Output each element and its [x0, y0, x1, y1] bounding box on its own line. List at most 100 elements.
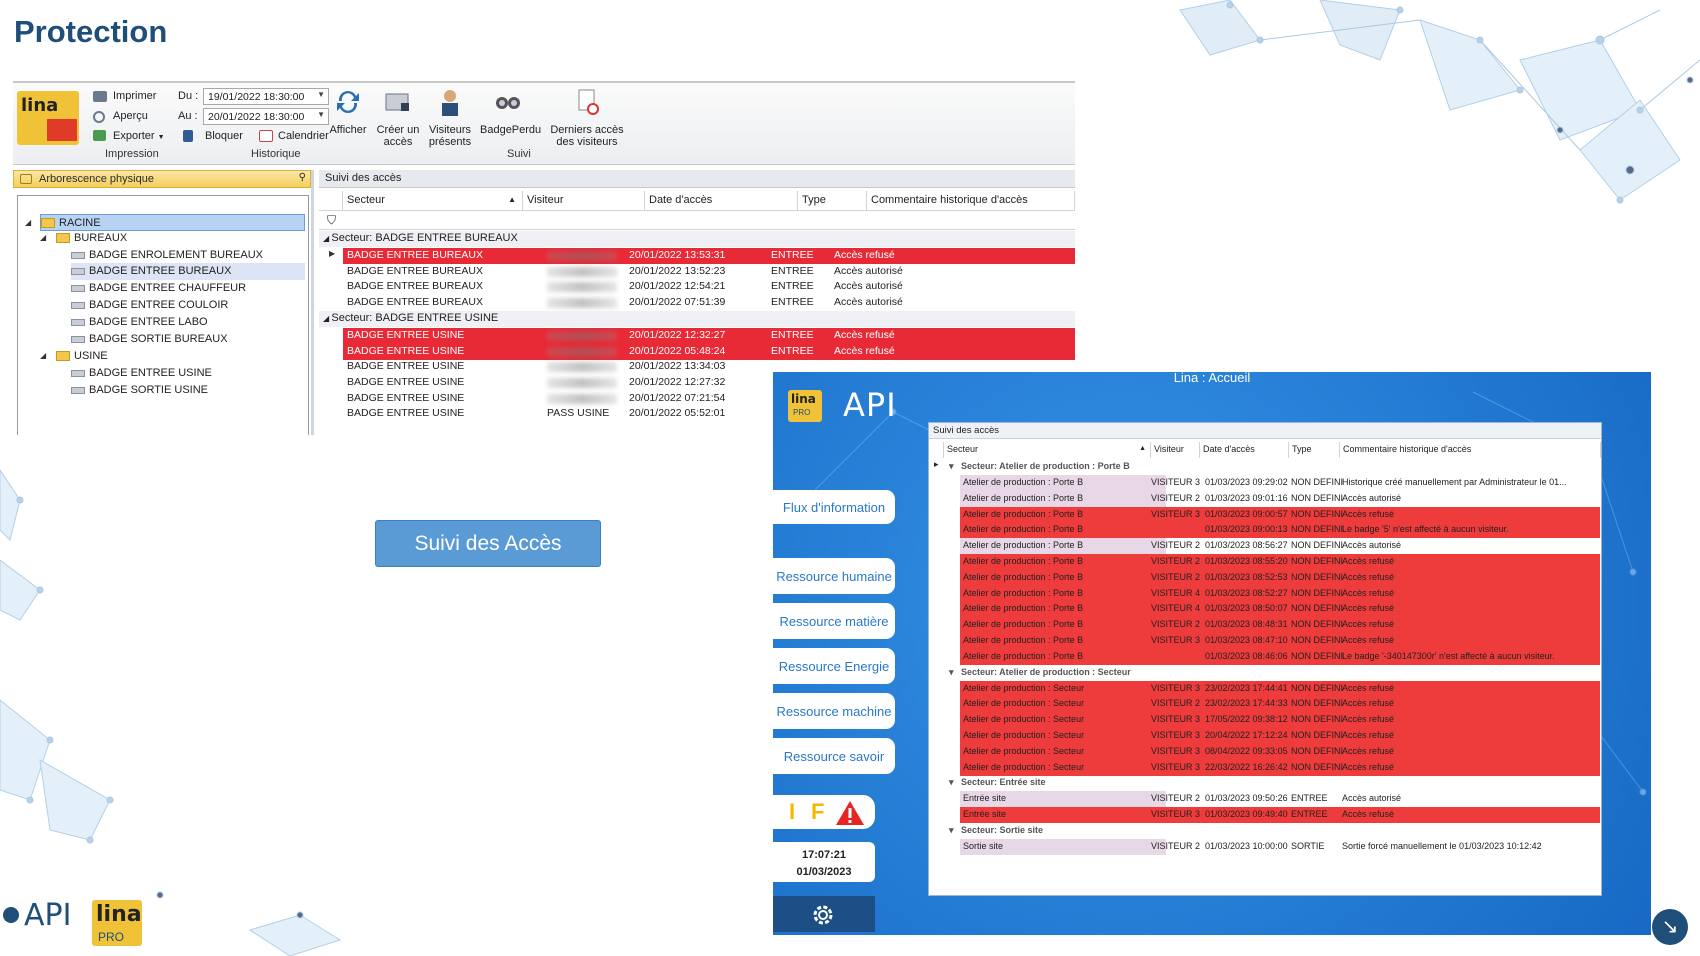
- group-row[interactable]: ◢ Secteur: BADGE ENTREE BUREAUX: [319, 231, 1075, 247]
- column-header-visiteur[interactable]: Visiteur: [523, 191, 645, 210]
- chevron-down-icon[interactable]: ▼: [317, 90, 325, 99]
- menu-material-resource[interactable]: Ressource matière: [773, 603, 895, 639]
- table-row[interactable]: Atelier de production : Porte B VISITEUR …: [960, 554, 1600, 570]
- table-row[interactable]: BADGE ENTREE USINE 20/01/2022 05:48:24 ENT…: [343, 343, 1075, 360]
- tree-node-bureaux[interactable]: ◢ BUREAUX: [40, 230, 127, 247]
- menu-machine-resource[interactable]: Ressource machine: [773, 693, 895, 729]
- redacted-visitor: [547, 251, 617, 261]
- table-row[interactable]: Atelier de production : Secteur VISITEUR …: [960, 680, 1600, 697]
- table-row[interactable]: Atelier de production : Secteur VISITEUR …: [960, 759, 1600, 776]
- tree-node-badge[interactable]: BADGE ENTREE BUREAUX: [71, 263, 305, 280]
- table-row[interactable]: Atelier de production : Secteur VISITEUR …: [960, 728, 1600, 744]
- table-row[interactable]: Atelier de production : Secteur VISITEUR …: [960, 743, 1600, 760]
- tree-node-badge[interactable]: BADGE SORTIE USINE: [71, 382, 208, 399]
- collapse-arrow-icon[interactable]: ▾: [949, 777, 954, 788]
- last-access-button[interactable]: Derniers accès des visiteurs: [550, 87, 624, 148]
- menu-knowledge-resource[interactable]: Ressource savoir: [773, 738, 895, 774]
- table-row[interactable]: Atelier de production : Porte B VISITEUR …: [960, 633, 1600, 649]
- status-indicators[interactable]: I F: [773, 795, 875, 829]
- present-visitors-button[interactable]: Visiteurs présents: [427, 87, 473, 148]
- filter-row[interactable]: ⛉: [319, 210, 1075, 230]
- collapse-arrow-icon[interactable]: ◢: [40, 230, 46, 246]
- tree-node-label: RACINE: [59, 217, 101, 229]
- table-row[interactable]: Atelier de production : Porte B VISITEUR …: [960, 506, 1600, 523]
- block-button[interactable]: Bloquer: [205, 130, 243, 142]
- menu-information-flow[interactable]: Flux d'information: [773, 490, 895, 524]
- group-row[interactable]: ▾ Secteur: Entrée site: [929, 775, 1601, 792]
- calendar-button[interactable]: Calendrier: [278, 130, 329, 142]
- table-row[interactable]: Entrée site VISITEUR 3 01/03/2023 09:49:40…: [960, 807, 1600, 824]
- expand-arrow-button[interactable]: ↘: [1652, 909, 1688, 945]
- badge-lost-button[interactable]: BadgePerdu: [480, 87, 541, 136]
- column-header-comment[interactable]: Commentaire historique d'accès: [1340, 442, 1601, 458]
- tree-node-badge[interactable]: BADGE ENTREE CHAUFFEUR: [71, 280, 246, 297]
- table-row[interactable]: BADGE ENTREE BUREAUX 20/01/2022 13:52:23 E…: [343, 264, 1075, 280]
- chevron-down-icon[interactable]: ▼: [317, 110, 325, 119]
- tree-node-badge[interactable]: BADGE ENTREE LABO: [71, 314, 208, 331]
- print-button[interactable]: Imprimer: [113, 90, 156, 102]
- column-header-visiteur[interactable]: Visiteur: [1151, 442, 1200, 458]
- collapse-arrow-icon[interactable]: ◢: [40, 348, 46, 364]
- table-row[interactable]: Atelier de production : Secteur VISITEUR …: [960, 712, 1600, 729]
- column-header-date[interactable]: Date d'accès: [1200, 442, 1289, 458]
- table-row[interactable]: Atelier de production : Porte B VISITEUR …: [960, 475, 1600, 491]
- table-row[interactable]: Atelier de production : Secteur VISITEUR …: [960, 696, 1600, 713]
- tree-node-badge[interactable]: BADGE ENROLEMENT BUREAUX: [71, 247, 263, 264]
- create-access-button[interactable]: Créer un accès: [375, 87, 421, 148]
- table-row[interactable]: Atelier de production : Porte B VISITEUR …: [960, 490, 1600, 507]
- group-row[interactable]: ▾ Secteur: Atelier de production : Secte…: [929, 665, 1601, 682]
- table-row[interactable]: BADGE ENTREE USINE 20/01/2022 12:32:27 ENT…: [343, 327, 1075, 344]
- cell-date: 01/03/2023 08:47:10: [1205, 635, 1288, 645]
- cell-secteur: Atelier de production : Porte B: [960, 538, 1166, 555]
- column-header-secteur[interactable]: Secteur ▲: [944, 442, 1151, 458]
- group-row[interactable]: ▾ Secteur: Sortie site: [929, 823, 1601, 840]
- table-row[interactable]: BADGE ENTREE BUREAUX 20/01/2022 07:51:39 E…: [343, 295, 1075, 311]
- tree-node-usine[interactable]: ◢ USINE: [40, 348, 108, 365]
- collapse-arrow-icon[interactable]: ▾: [949, 461, 954, 472]
- slide-title: Protection: [14, 14, 168, 49]
- table-row[interactable]: Atelier de production : Porte B VISITEUR …: [960, 617, 1600, 634]
- cell-secteur: Atelier de production : Secteur: [960, 743, 1166, 760]
- badge-lock-icon: [385, 93, 409, 111]
- tree-node-badge[interactable]: BADGE ENTREE USINE: [71, 365, 212, 382]
- settings-button[interactable]: [773, 896, 875, 932]
- visitors-line2: présents: [428, 136, 472, 148]
- tree-node-badge[interactable]: BADGE ENTREE COULOIR: [71, 297, 228, 314]
- show-button[interactable]: Afficher: [328, 87, 368, 136]
- column-header-type[interactable]: Type: [798, 191, 867, 210]
- collapse-arrow-icon[interactable]: ▾: [949, 825, 954, 836]
- column-header-secteur[interactable]: Secteur ▲: [343, 191, 523, 210]
- date-from-field[interactable]: 19/01/2022 18:30:00 ▼: [203, 88, 329, 105]
- table-row[interactable]: BADGE ENTREE BUREAUX 20/01/2022 13:53:31 E…: [329, 248, 1075, 264]
- menu-energy-resource[interactable]: Ressource Energie: [773, 648, 895, 684]
- preview-button[interactable]: Aperçu: [113, 110, 148, 122]
- pin-icon[interactable]: ⚲: [299, 172, 306, 183]
- cell-type: NON DEFINI: [1291, 698, 1344, 709]
- table-row[interactable]: Atelier de production : Porte B VISITEUR …: [960, 585, 1600, 602]
- export-button[interactable]: Exporter ▼: [113, 130, 165, 142]
- column-header-comment[interactable]: Commentaire historique d'accès: [867, 191, 1075, 210]
- table-row[interactable]: BADGE ENTREE BUREAUX 20/01/2022 12:54:21 E…: [343, 279, 1075, 295]
- tree-node-badge[interactable]: BADGE SORTIE BUREAUX: [71, 331, 228, 348]
- group-row[interactable]: ▾ Secteur: Atelier de production : Porte…: [929, 459, 1601, 476]
- table-row[interactable]: Atelier de production : Porte B VISITEUR …: [960, 601, 1600, 618]
- table-row[interactable]: Atelier de production : Porte B 01/03/202…: [960, 522, 1600, 539]
- column-header-date[interactable]: Date d'accès: [645, 191, 798, 210]
- column-header-type[interactable]: Type: [1289, 442, 1340, 458]
- tree-node-racine[interactable]: ◢ RACINE: [25, 214, 305, 231]
- table-row[interactable]: Sortie site VISITEUR 2 01/03/2023 10:00:00…: [960, 839, 1600, 855]
- collapse-arrow-icon[interactable]: ◢: [25, 215, 31, 231]
- suivi-des-acces-button[interactable]: Suivi des Accès: [375, 520, 601, 567]
- date-to-field[interactable]: 20/01/2022 18:30:00 ▼: [203, 108, 329, 125]
- cell-comment: Accès refusé: [1342, 682, 1395, 693]
- collapse-arrow-icon[interactable]: ▾: [949, 667, 954, 678]
- date-from-value: 19/01/2022 18:30:00: [208, 91, 305, 103]
- filter-icon[interactable]: ⛉: [327, 213, 336, 228]
- cell-type: NON DEFINI: [1291, 587, 1344, 598]
- menu-human-resource[interactable]: Ressource humaine: [773, 558, 895, 594]
- table-row[interactable]: Entrée site VISITEUR 2 01/03/2023 09:50:26…: [960, 791, 1600, 808]
- table-row[interactable]: Atelier de production : Porte B VISITEUR …: [960, 569, 1600, 586]
- table-row[interactable]: Atelier de production : Porte B VISITEUR …: [960, 538, 1600, 555]
- table-row[interactable]: Atelier de production : Porte B 01/03/202…: [960, 648, 1600, 665]
- group-row[interactable]: ◢ Secteur: BADGE ENTREE USINE: [319, 310, 1075, 327]
